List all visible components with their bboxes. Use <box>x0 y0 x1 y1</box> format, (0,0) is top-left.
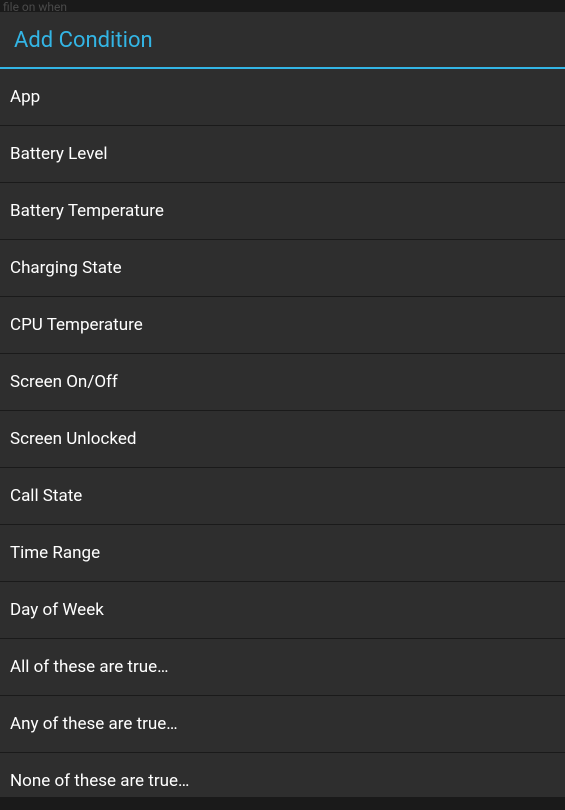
condition-item-call-state[interactable]: Call State <box>0 468 565 525</box>
list-item-label: Screen On/Off <box>10 372 118 392</box>
list-item-label: All of these are true… <box>10 657 169 677</box>
list-item-label: Any of these are true… <box>10 714 178 734</box>
condition-item-battery-temperature[interactable]: Battery Temperature <box>0 183 565 240</box>
dialog-header: Add Condition <box>0 12 565 69</box>
condition-item-none-true[interactable]: None of these are true… <box>0 753 565 810</box>
list-item-label: Time Range <box>10 543 100 563</box>
condition-item-day-of-week[interactable]: Day of Week <box>0 582 565 639</box>
list-item-label: Day of Week <box>10 600 104 620</box>
condition-item-time-range[interactable]: Time Range <box>0 525 565 582</box>
list-item-label: App <box>10 87 40 107</box>
condition-item-app[interactable]: App <box>0 69 565 126</box>
condition-item-screen-on-off[interactable]: Screen On/Off <box>0 354 565 411</box>
condition-item-all-true[interactable]: All of these are true… <box>0 639 565 696</box>
list-item-label: Battery Level <box>10 144 107 164</box>
condition-item-any-true[interactable]: Any of these are true… <box>0 696 565 753</box>
list-item-label: Battery Temperature <box>10 201 164 221</box>
list-item-label: Charging State <box>10 258 122 278</box>
list-item-label: None of these are true… <box>10 771 189 791</box>
condition-list: App Battery Level Battery Temperature Ch… <box>0 69 565 810</box>
list-item-label: CPU Temperature <box>10 315 143 335</box>
condition-item-screen-unlocked[interactable]: Screen Unlocked <box>0 411 565 468</box>
list-item-label: Screen Unlocked <box>10 429 136 449</box>
add-condition-dialog: Add Condition App Battery Level Battery … <box>0 12 565 797</box>
dialog-title: Add Condition <box>14 28 551 53</box>
list-item-label: Call State <box>10 486 82 506</box>
condition-item-charging-state[interactable]: Charging State <box>0 240 565 297</box>
condition-item-battery-level[interactable]: Battery Level <box>0 126 565 183</box>
condition-item-cpu-temperature[interactable]: CPU Temperature <box>0 297 565 354</box>
